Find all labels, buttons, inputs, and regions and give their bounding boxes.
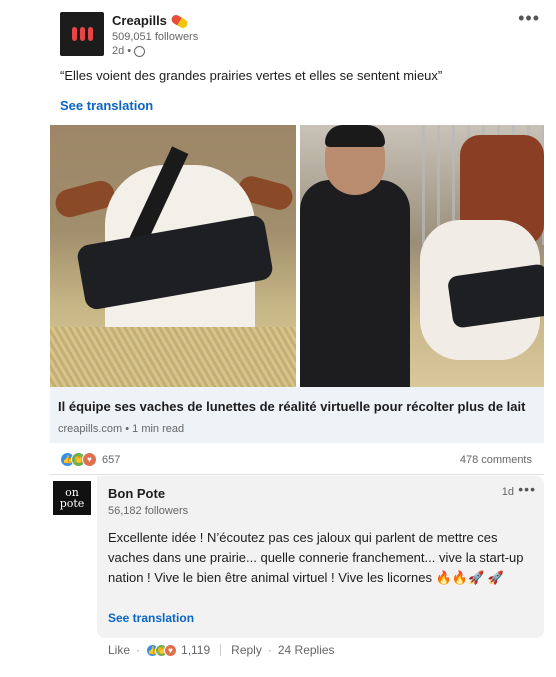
post-followers: 509,051 followers: [112, 31, 199, 43]
company-logo[interactable]: [60, 12, 104, 56]
post-meta: 2d •: [112, 45, 146, 57]
post-author[interactable]: Creapills: [112, 13, 190, 30]
comment-more-icon[interactable]: •••: [518, 482, 536, 496]
article-source: creapills.com • 1 min read: [58, 423, 185, 435]
post-header: Creapills 509,051 followers 2d • •••: [60, 9, 540, 62]
article-preview[interactable]: Il équipe ses vaches de lunettes de réal…: [50, 387, 544, 443]
comment-reaction-count[interactable]: 1,119: [181, 643, 210, 657]
post-reactions[interactable]: 👍 👏 ♥ 657: [60, 452, 120, 467]
photo-man-cow-right: [300, 125, 544, 387]
article-headline[interactable]: Il équipe ses vaches de lunettes de réal…: [58, 399, 525, 414]
post-author-name[interactable]: Creapills: [112, 13, 167, 28]
globe-icon: [134, 45, 146, 57]
comment-actions: Like · 👍 👏 ♥ 1,119 Reply · 24 Replies: [108, 643, 335, 657]
comments-count[interactable]: 478 comments: [460, 454, 532, 466]
comment-like-button[interactable]: Like: [108, 643, 130, 657]
comment-author[interactable]: Bon Pote: [108, 486, 165, 501]
post-image[interactable]: [50, 125, 544, 387]
comment-followers: 56,182 followers: [108, 505, 189, 517]
comment-replies-link[interactable]: 24 Replies: [278, 643, 335, 657]
avatar-text-2: pote: [59, 497, 85, 510]
comment-text: Excellente idée ! N’écoutez pas ces jalo…: [108, 530, 524, 585]
divider: [50, 474, 544, 475]
comment-bubble: Bon Pote 56,182 followers 1d ••• Excelle…: [97, 476, 544, 638]
post-text: “Elles voient des grandes prairies verte…: [60, 68, 443, 83]
pill-icon: [169, 13, 190, 30]
comment-see-translation-link[interactable]: See translation: [108, 611, 194, 625]
comment-reply-button[interactable]: Reply: [231, 643, 262, 657]
post-more-icon[interactable]: •••: [518, 9, 540, 27]
see-translation-link[interactable]: See translation: [60, 98, 153, 113]
comment-avatar[interactable]: on pote: [53, 481, 91, 515]
post-time: 2d: [112, 45, 125, 57]
reaction-count[interactable]: 657: [102, 454, 120, 466]
photo-cow-vr-left: [50, 125, 296, 387]
love-icon: ♥: [164, 643, 178, 657]
comment-time: 1d: [501, 486, 514, 498]
love-icon: ♥: [82, 452, 97, 467]
